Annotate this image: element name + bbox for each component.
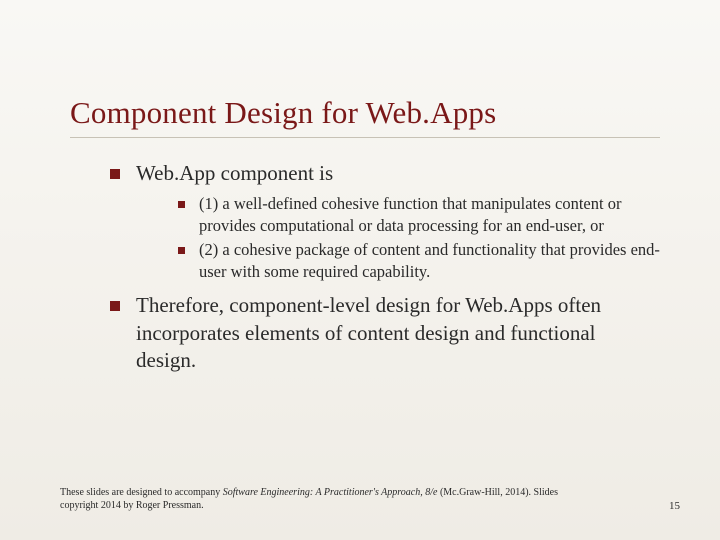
slide-content: Web.App component is (1) a well-defined … bbox=[70, 160, 660, 374]
square-bullet-icon bbox=[110, 301, 120, 311]
slide-title: Component Design for Web.Apps bbox=[70, 95, 660, 138]
list-item: (1) a well-defined cohesive function tha… bbox=[178, 193, 660, 237]
bullet-text: Therefore, component-level design for We… bbox=[136, 292, 660, 374]
footer-text: These slides are designed to accompany bbox=[60, 487, 223, 498]
bullet-text: (2) a cohesive package of content and fu… bbox=[199, 239, 660, 283]
list-item: (2) a cohesive package of content and fu… bbox=[178, 239, 660, 283]
square-bullet-icon bbox=[178, 247, 185, 254]
list-item: Web.App component is bbox=[110, 160, 660, 187]
footer-attribution: These slides are designed to accompany S… bbox=[60, 487, 560, 512]
list-item: Therefore, component-level design for We… bbox=[110, 292, 660, 374]
bullet-text: (1) a well-defined cohesive function tha… bbox=[199, 193, 660, 237]
page-number: 15 bbox=[669, 500, 680, 512]
square-bullet-icon bbox=[110, 169, 120, 179]
bullet-text: Web.App component is bbox=[136, 160, 333, 187]
footer-book-title: Software Engineering: A Practitioner's A… bbox=[223, 487, 438, 498]
square-bullet-icon bbox=[178, 201, 185, 208]
slide: Component Design for Web.Apps Web.App co… bbox=[0, 0, 720, 540]
sub-list: (1) a well-defined cohesive function tha… bbox=[110, 193, 660, 282]
